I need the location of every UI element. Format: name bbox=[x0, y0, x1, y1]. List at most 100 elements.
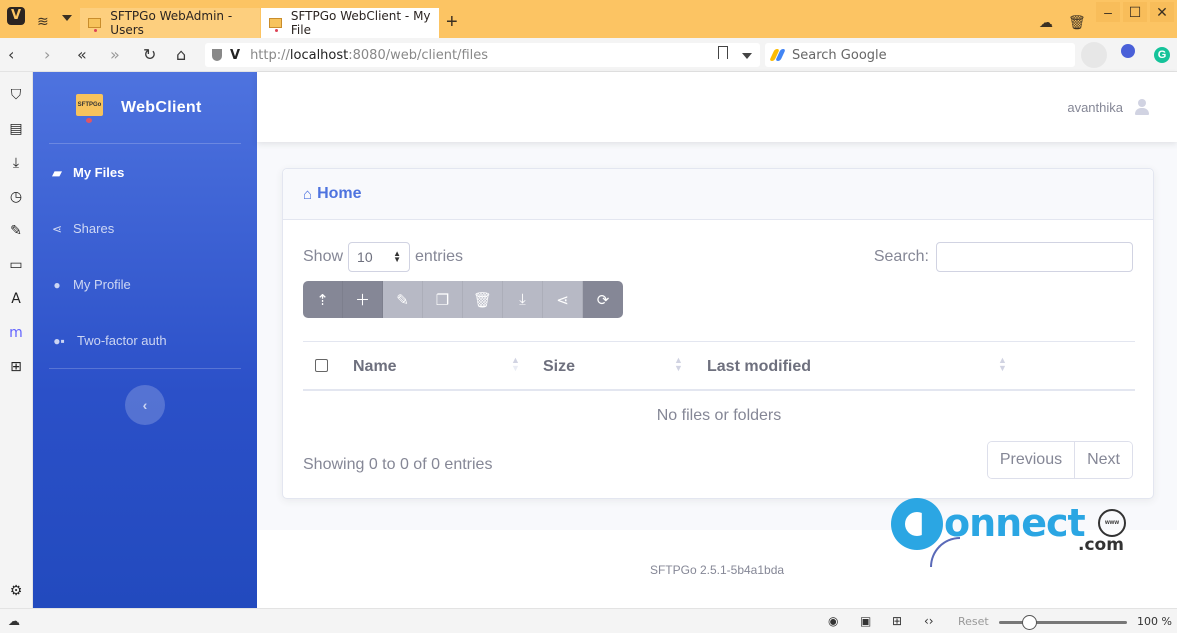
url-input[interactable]: V http://localhost:8080/web/client/files bbox=[205, 43, 760, 67]
table-info: Showing 0 to 0 of 0 entries bbox=[303, 456, 493, 473]
watermark-c-icon bbox=[891, 498, 943, 550]
user-lock-icon: ●▪ bbox=[53, 333, 65, 348]
empty-table-message: No files or folders bbox=[656, 407, 782, 424]
settings-gear-icon[interactable]: ⚙ bbox=[7, 582, 25, 600]
vivaldi-v-icon: V bbox=[230, 47, 241, 63]
back-button[interactable]: ‹ bbox=[8, 45, 14, 64]
sidebar-item-my-files[interactable]: ▰ My Files bbox=[49, 165, 124, 180]
bookmarks-panel-icon[interactable]: ⛉ bbox=[7, 86, 25, 104]
entries-label: entries bbox=[415, 248, 464, 265]
upload-file-button[interactable]: ⇡ bbox=[303, 281, 343, 318]
sidebar-toggle-button[interactable]: ‹ bbox=[125, 385, 165, 425]
page-actions-icon[interactable]: ‹› bbox=[924, 614, 934, 628]
zoom-slider-thumb[interactable] bbox=[1021, 615, 1037, 630]
maximize-button[interactable]: ☐ bbox=[1123, 2, 1147, 22]
mastodon-icon[interactable]: m bbox=[7, 324, 25, 342]
home-button[interactable]: ⌂ bbox=[176, 45, 186, 64]
connect-watermark-logo: onnect www .com bbox=[888, 495, 1138, 570]
reading-list-icon[interactable]: ▤ bbox=[7, 120, 25, 138]
forward-button[interactable]: › bbox=[44, 45, 50, 64]
delete-button[interactable]: 🗑 bbox=[463, 281, 503, 318]
watermark-suffix: .com bbox=[1078, 535, 1124, 555]
notes-icon[interactable]: ✎ bbox=[7, 222, 25, 240]
pencil-icon: ✎ bbox=[396, 291, 409, 309]
file-actions-toolbar: ⇡ ＋ ✎ ❐ 🗑 ⤓ ⋖ ⟳ bbox=[303, 281, 623, 318]
table-search: Search: bbox=[874, 242, 1133, 272]
table-header: Name ▲ ▼ Size ▲ ▼ Last modified ▲ ▼ bbox=[303, 341, 1135, 391]
next-page-button[interactable]: Next bbox=[1074, 442, 1132, 478]
url-dropdown-icon[interactable] bbox=[742, 53, 752, 59]
user-avatar-icon[interactable] bbox=[1135, 99, 1149, 115]
new-tab-button[interactable]: + bbox=[446, 12, 458, 32]
sidebar-item-shares[interactable]: ⋖ Shares bbox=[49, 221, 114, 236]
column-size[interactable]: Size bbox=[543, 358, 575, 376]
add-web-panel-icon[interactable]: ⊞ bbox=[7, 358, 25, 376]
select-all-checkbox[interactable] bbox=[315, 359, 328, 372]
tab-webadmin-users[interactable]: SFTPGo WebAdmin - Users bbox=[80, 8, 260, 38]
trash-icon[interactable]: 🗑 bbox=[1068, 14, 1086, 31]
vivaldi-menu-icon[interactable]: V bbox=[7, 7, 25, 25]
sync-cloud-icon[interactable]: ☁ bbox=[1039, 14, 1053, 31]
files-card: ⌂ Home Show 10 ▲ ▼ entries Search: ⇡ ＋ ✎ … bbox=[282, 168, 1154, 499]
breadcrumb-home[interactable]: Home bbox=[317, 185, 361, 203]
window-panel-icon[interactable]: ▭ bbox=[7, 256, 25, 274]
sort-both-icon[interactable]: ▲ ▼ bbox=[674, 356, 683, 373]
rename-button[interactable]: ✎ bbox=[383, 281, 423, 318]
sidebar-item-my-profile[interactable]: ● My Profile bbox=[49, 277, 131, 292]
brand-name: WebClient bbox=[121, 99, 202, 116]
download-button[interactable]: ⤓ bbox=[503, 281, 543, 318]
download-icon: ⤓ bbox=[519, 291, 526, 308]
capture-camera-icon[interactable]: ◉ bbox=[828, 614, 838, 628]
sidebar-item-label: My Profile bbox=[73, 277, 131, 292]
sort-asc-icon[interactable]: ▲ ▼ bbox=[511, 356, 520, 373]
copy-button[interactable]: ❐ bbox=[423, 281, 463, 318]
trash-icon: 🗑 bbox=[472, 291, 493, 309]
rewind-button[interactable]: « bbox=[77, 45, 87, 64]
tab-stack-icon[interactable]: ≋ bbox=[37, 13, 49, 30]
minimize-button[interactable]: – bbox=[1096, 2, 1120, 22]
sidebar-divider bbox=[49, 143, 241, 144]
previous-page-button[interactable]: Previous bbox=[987, 442, 1075, 478]
sftpgo-favicon-icon bbox=[269, 18, 282, 32]
extension-magnifier-icon[interactable] bbox=[1121, 44, 1135, 58]
security-shield-icon[interactable] bbox=[212, 49, 222, 61]
refresh-button[interactable]: ⟳ bbox=[583, 281, 623, 318]
bookmark-icon[interactable] bbox=[718, 46, 728, 59]
tab-stack-caret-icon[interactable] bbox=[62, 15, 72, 21]
reload-button[interactable]: ↻ bbox=[143, 45, 156, 64]
search-input[interactable] bbox=[936, 242, 1133, 272]
username[interactable]: avanthika bbox=[1067, 100, 1123, 115]
column-last-modified[interactable]: Last modified bbox=[707, 358, 811, 376]
sort-both-icon[interactable]: ▲ ▼ bbox=[998, 356, 1007, 373]
cloud-status-icon[interactable]: ☁ bbox=[8, 614, 20, 628]
profile-avatar[interactable] bbox=[1081, 42, 1107, 68]
translate-icon[interactable]: A bbox=[7, 290, 25, 308]
close-button[interactable]: ✕ bbox=[1150, 2, 1174, 22]
select-arrows-icon: ▲ ▼ bbox=[393, 249, 402, 264]
folder-open-icon: ▰ bbox=[52, 165, 62, 180]
history-icon[interactable]: ◷ bbox=[7, 188, 25, 206]
share-icon: ⋖ bbox=[556, 291, 569, 309]
tile-panel-icon[interactable]: ⊞ bbox=[892, 614, 902, 628]
fast-forward-button[interactable]: » bbox=[110, 45, 120, 64]
sidebar-item-label: Shares bbox=[73, 221, 115, 236]
column-name[interactable]: Name bbox=[353, 358, 397, 376]
sidebar-item-two-factor-auth[interactable]: ●▪ Two-factor auth bbox=[49, 333, 166, 348]
url-host: localhost bbox=[289, 47, 349, 63]
file-upload-icon: ⇡ bbox=[316, 291, 329, 309]
copy-icon: ❐ bbox=[435, 291, 450, 309]
image-toggle-icon[interactable]: ▣ bbox=[860, 614, 871, 628]
downloads-icon[interactable]: ⤓ bbox=[7, 154, 25, 172]
grammarly-extension-icon[interactable]: G bbox=[1154, 47, 1170, 63]
tab-webclient-files[interactable]: SFTPGo WebClient - My File bbox=[261, 8, 439, 38]
zoom-slider[interactable] bbox=[999, 615, 1127, 630]
entries-select[interactable]: 10 ▲ ▼ bbox=[348, 242, 411, 272]
home-icon[interactable]: ⌂ bbox=[303, 186, 312, 203]
brand[interactable]: SFTPGo WebClient bbox=[33, 72, 257, 144]
zoom-reset-button[interactable]: Reset bbox=[958, 615, 989, 628]
tab-title: SFTPGo WebAdmin - Users bbox=[110, 9, 233, 37]
add-folder-button[interactable]: ＋ bbox=[343, 281, 383, 318]
show-label: Show bbox=[303, 248, 344, 265]
search-engine-input[interactable]: Search Google bbox=[765, 43, 1075, 67]
share-button[interactable]: ⋖ bbox=[543, 281, 583, 318]
